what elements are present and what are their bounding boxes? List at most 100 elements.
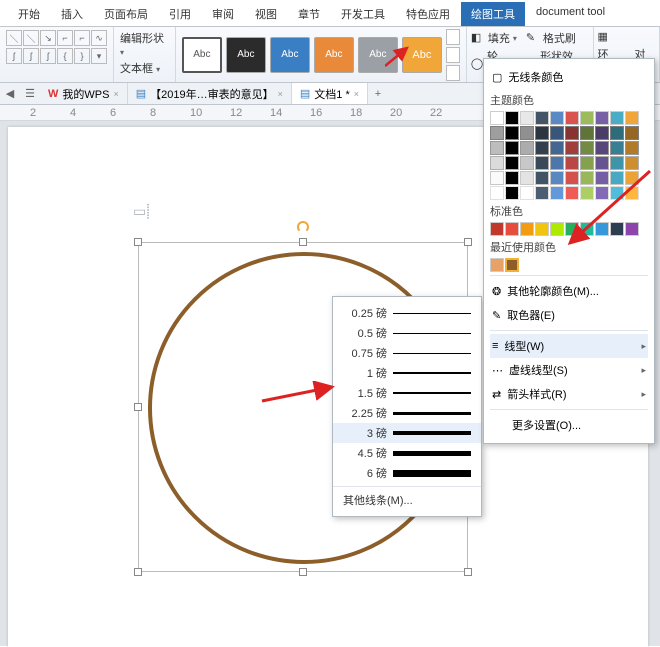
- line-weight-2.25 磅[interactable]: 2.25 磅: [333, 403, 481, 423]
- theme-swatch[interactable]: [565, 111, 579, 125]
- theme-swatch[interactable]: [505, 141, 519, 155]
- dash-type-item[interactable]: ⋯虚线线型(S)▸: [490, 358, 648, 382]
- theme-swatch[interactable]: [550, 111, 564, 125]
- shape-connector2-icon[interactable]: ⌐: [74, 30, 90, 46]
- no-line-item[interactable]: ▢无线条颜色: [490, 65, 648, 89]
- theme-swatch[interactable]: [550, 186, 564, 200]
- shape-brace2-icon[interactable]: }: [74, 48, 90, 64]
- tab-ref[interactable]: 引用: [159, 2, 201, 26]
- tab-section[interactable]: 章节: [288, 2, 330, 26]
- theme-swatch[interactable]: [595, 141, 609, 155]
- line-weight-0.75 磅[interactable]: 0.75 磅: [333, 343, 481, 363]
- theme-swatch[interactable]: [535, 141, 549, 155]
- handle-b[interactable]: [299, 568, 307, 576]
- handle-bl[interactable]: [134, 568, 142, 576]
- format-brush-button[interactable]: 格式刷: [543, 30, 576, 46]
- style-preset-6[interactable]: Abc: [402, 37, 442, 73]
- shape-brace-icon[interactable]: {: [57, 48, 73, 64]
- line-weight-0.25 磅[interactable]: 0.25 磅: [333, 303, 481, 323]
- line-weight-0.5 磅[interactable]: 0.5 磅: [333, 323, 481, 343]
- tab-doctool[interactable]: document tool: [526, 2, 615, 26]
- theme-swatch[interactable]: [490, 111, 504, 125]
- line-weight-6 磅[interactable]: 6 磅: [333, 463, 481, 483]
- handle-t[interactable]: [299, 238, 307, 246]
- line-weight-4.5 磅[interactable]: 4.5 磅: [333, 443, 481, 463]
- theme-swatch[interactable]: [490, 156, 504, 170]
- style-preset-4[interactable]: Abc: [314, 37, 354, 73]
- theme-swatch[interactable]: [610, 141, 624, 155]
- theme-swatch[interactable]: [505, 171, 519, 185]
- theme-swatch[interactable]: [535, 171, 549, 185]
- rotate-handle[interactable]: [297, 221, 309, 233]
- doctab-add-button[interactable]: +: [368, 88, 388, 100]
- tab-review[interactable]: 审阅: [202, 2, 244, 26]
- style-preset-5[interactable]: Abc: [358, 37, 398, 73]
- doctab-doc2[interactable]: ▤文档1 *×: [292, 83, 368, 104]
- handle-br[interactable]: [464, 568, 472, 576]
- theme-swatch[interactable]: [565, 141, 579, 155]
- line-weight-3 磅[interactable]: 3 磅: [333, 423, 481, 443]
- standard-swatch[interactable]: [535, 222, 549, 236]
- style-preset-1[interactable]: Abc: [182, 37, 222, 73]
- theme-swatch[interactable]: [610, 156, 624, 170]
- theme-swatch[interactable]: [565, 126, 579, 140]
- theme-swatch[interactable]: [520, 126, 534, 140]
- theme-swatch[interactable]: [505, 156, 519, 170]
- shape-free2-icon[interactable]: ʃ: [23, 48, 39, 64]
- theme-swatch[interactable]: [565, 156, 579, 170]
- shape-free3-icon[interactable]: ʃ: [40, 48, 56, 64]
- theme-swatch[interactable]: [520, 141, 534, 155]
- text-box-button[interactable]: 文本框 ▾: [120, 60, 160, 76]
- theme-swatch[interactable]: [490, 126, 504, 140]
- shape-line-icon[interactable]: ＼: [6, 30, 22, 46]
- arrow-style-item[interactable]: ⇄箭头样式(R)▸: [490, 382, 648, 406]
- tab-insert[interactable]: 插入: [51, 2, 93, 26]
- tab-start[interactable]: 开始: [8, 2, 50, 26]
- theme-swatch[interactable]: [535, 111, 549, 125]
- gallery-expand-button[interactable]: [446, 65, 460, 81]
- theme-swatch[interactable]: [610, 126, 624, 140]
- line-type-item[interactable]: ≡线型(W)▸: [490, 334, 648, 358]
- shape-curve-icon[interactable]: ∿: [91, 30, 107, 46]
- doctab-menu-button[interactable]: ☰: [20, 87, 40, 100]
- theme-swatch[interactable]: [535, 186, 549, 200]
- theme-swatch[interactable]: [625, 171, 639, 185]
- theme-swatch[interactable]: [580, 186, 594, 200]
- theme-swatch[interactable]: [610, 186, 624, 200]
- theme-swatch[interactable]: [490, 141, 504, 155]
- tab-drawing-tools[interactable]: 绘图工具: [461, 2, 525, 26]
- standard-swatch[interactable]: [580, 222, 594, 236]
- line-weight-1.5 磅[interactable]: 1.5 磅: [333, 383, 481, 403]
- theme-swatch[interactable]: [550, 156, 564, 170]
- theme-swatch[interactable]: [625, 141, 639, 155]
- shape-free-icon[interactable]: ʃ: [6, 48, 22, 64]
- theme-swatch[interactable]: [505, 186, 519, 200]
- theme-swatch[interactable]: [490, 186, 504, 200]
- standard-swatch[interactable]: [550, 222, 564, 236]
- gallery-down-button[interactable]: [446, 47, 460, 63]
- theme-swatch[interactable]: [625, 126, 639, 140]
- recent-swatch-2[interactable]: [505, 258, 519, 272]
- theme-swatch[interactable]: [520, 111, 534, 125]
- theme-swatch[interactable]: [550, 126, 564, 140]
- standard-swatch[interactable]: [610, 222, 624, 236]
- theme-swatch[interactable]: [610, 111, 624, 125]
- handle-l[interactable]: [134, 403, 142, 411]
- theme-swatch[interactable]: [535, 156, 549, 170]
- more-settings-item[interactable]: 更多设置(O)...: [490, 413, 648, 437]
- standard-swatch[interactable]: [505, 222, 519, 236]
- doctab-prev-button[interactable]: ◀: [0, 87, 20, 100]
- tab-layout[interactable]: 页面布局: [94, 2, 158, 26]
- gallery-up-button[interactable]: [446, 29, 460, 45]
- shape-connector-icon[interactable]: ⌐: [57, 30, 73, 46]
- line-weight-more[interactable]: 其他线条(M)...: [333, 490, 481, 510]
- shape-more-icon[interactable]: ▾: [91, 48, 107, 64]
- handle-tr[interactable]: [464, 238, 472, 246]
- standard-swatch[interactable]: [520, 222, 534, 236]
- theme-swatch[interactable]: [625, 156, 639, 170]
- theme-swatch[interactable]: [565, 171, 579, 185]
- standard-swatch[interactable]: [625, 222, 639, 236]
- standard-swatch[interactable]: [490, 222, 504, 236]
- theme-swatch[interactable]: [550, 141, 564, 155]
- standard-swatch[interactable]: [595, 222, 609, 236]
